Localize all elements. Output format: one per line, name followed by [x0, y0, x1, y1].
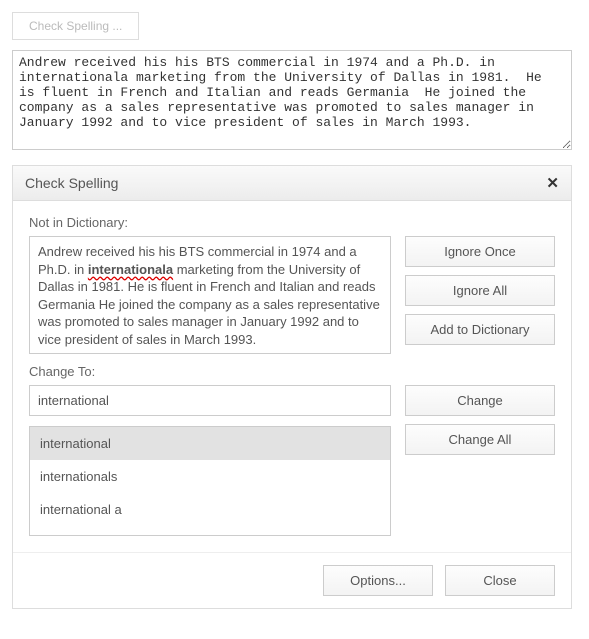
close-icon[interactable]: ✕ — [546, 174, 559, 192]
suggestion-item[interactable]: international a — [30, 493, 390, 526]
dialog-titlebar: Check Spelling ✕ — [13, 166, 571, 201]
main-text-input[interactable] — [12, 50, 572, 150]
suggestion-item[interactable]: international — [30, 427, 390, 460]
change-to-label: Change To: — [29, 364, 555, 379]
suggestion-item[interactable]: internationals — [30, 460, 390, 493]
not-in-dictionary-label: Not in Dictionary: — [29, 215, 555, 230]
check-spelling-dialog: Check Spelling ✕ Not in Dictionary: Andr… — [12, 165, 572, 609]
context-text-box[interactable]: Andrew received his his BTS commercial i… — [29, 236, 391, 354]
ignore-once-button[interactable]: Ignore Once — [405, 236, 555, 267]
change-to-input[interactable] — [29, 385, 391, 416]
check-spelling-button[interactable]: Check Spelling ... — [12, 12, 139, 40]
change-all-button[interactable]: Change All — [405, 424, 555, 455]
suggestions-list[interactable]: international internationals internation… — [29, 426, 391, 536]
change-button[interactable]: Change — [405, 385, 555, 416]
misspelled-word: internationala — [88, 262, 173, 277]
dialog-footer: Options... Close — [13, 552, 571, 608]
dialog-title: Check Spelling — [25, 175, 118, 191]
add-to-dictionary-button[interactable]: Add to Dictionary — [405, 314, 555, 345]
dialog-body: Not in Dictionary: Andrew received his h… — [13, 201, 571, 552]
close-button[interactable]: Close — [445, 565, 555, 596]
options-button[interactable]: Options... — [323, 565, 433, 596]
ignore-all-button[interactable]: Ignore All — [405, 275, 555, 306]
